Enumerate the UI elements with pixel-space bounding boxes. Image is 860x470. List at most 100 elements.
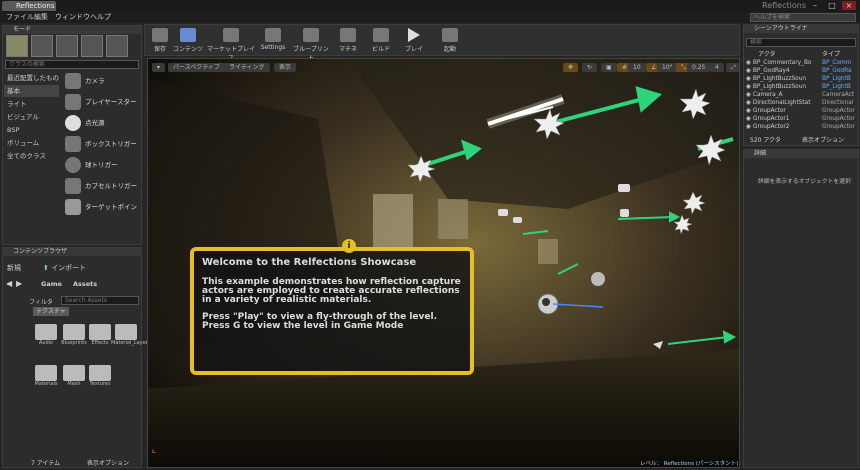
play-button[interactable]: プレイ xyxy=(401,26,427,56)
new-button[interactable]: 新規 xyxy=(7,263,21,273)
content-view-options[interactable]: 表示オプション xyxy=(87,458,129,467)
outliner-row[interactable]: ◉ BP_LightBuzzSoun BP_LightB xyxy=(746,75,858,83)
folder-materials[interactable]: Materials xyxy=(31,365,61,387)
camera-speed-value[interactable]: 4 xyxy=(710,63,724,72)
perspective-button[interactable]: パースペクティブ xyxy=(168,63,225,72)
minimize-icon[interactable]: – xyxy=(808,1,822,10)
show-button[interactable]: 表示 xyxy=(274,63,297,72)
lit-button[interactable]: ライティング xyxy=(224,63,270,72)
class-search-input[interactable]: クラスの検索 xyxy=(5,60,139,69)
category-volumes[interactable]: ボリューム xyxy=(4,137,59,149)
point-light-icon xyxy=(65,115,81,131)
menu-edit[interactable]: 編集 xyxy=(34,12,48,23)
scale-icon[interactable]: ▣ xyxy=(601,63,617,72)
folder-textures[interactable]: Textures xyxy=(85,365,115,387)
eye-icon[interactable]: ◉ xyxy=(746,76,751,82)
path-assets[interactable]: Assets xyxy=(73,280,97,288)
outliner-row[interactable]: ◉ DirectionalLightStat Directional xyxy=(746,99,858,107)
outliner-row[interactable]: ◉ BP_Commentary_Bo BP_Comm xyxy=(746,59,858,67)
outliner-row[interactable]: ◉ BP_LightBuzzSoun BP_LightB xyxy=(746,83,858,91)
outliner-row[interactable]: ◉ BP_GodRay4 BP_GodRa xyxy=(746,67,858,75)
matinee-button[interactable]: マチネ xyxy=(335,26,361,56)
outliner-search-input[interactable]: 検索 xyxy=(746,38,856,47)
help-search-input[interactable]: ヘルプを検索 xyxy=(750,13,856,22)
outliner-row[interactable]: ◉ GroupActor2 GroupActor xyxy=(746,123,858,131)
filter-button[interactable]: フィルタ xyxy=(29,297,53,306)
geometry-mode-icon[interactable] xyxy=(106,35,128,57)
item-sphere-trigger[interactable]: 球トリガー xyxy=(63,155,141,175)
angle-snap-value[interactable]: 10° xyxy=(657,63,678,72)
category-visual[interactable]: ビジュアル xyxy=(4,111,59,123)
category-lights[interactable]: ライト xyxy=(4,98,59,110)
item-point-light[interactable]: 点光源 xyxy=(63,113,141,133)
eye-icon[interactable]: ◉ xyxy=(746,100,751,106)
import-button[interactable]: ⬆ インポート xyxy=(43,263,86,273)
scale-snap-value[interactable]: 0.25 xyxy=(687,63,711,72)
asset-search-input[interactable]: Search Assets xyxy=(61,296,139,305)
save-button[interactable]: 保存 xyxy=(149,26,171,56)
path-game[interactable]: Game xyxy=(41,280,62,288)
welcome-instruction-game-mode: Press G to view the level in Game Mode xyxy=(202,321,404,331)
eye-icon[interactable]: ◉ xyxy=(746,108,751,114)
welcome-title: Welcome to the Relfections Showcase xyxy=(202,257,417,268)
texture-filter-tag[interactable]: テクスチャ xyxy=(33,307,69,316)
item-box-trigger[interactable]: ボックストリガー xyxy=(63,134,141,154)
translate-icon[interactable]: ✥ xyxy=(563,63,579,72)
paint-mode-icon[interactable] xyxy=(31,35,53,57)
maximize-icon[interactable]: □ xyxy=(825,1,839,10)
eye-icon[interactable]: ◉ xyxy=(746,84,751,90)
eye-icon[interactable]: ◉ xyxy=(746,116,751,122)
item-target-point[interactable]: ターゲットポイン xyxy=(63,197,141,217)
document-tab[interactable]: Reflections xyxy=(2,1,56,11)
folder-material-layers[interactable]: Material_Layers xyxy=(111,324,150,346)
camera-icon xyxy=(65,73,81,89)
category-bsp[interactable]: BSP xyxy=(4,124,59,136)
marketplace-button[interactable]: マーケットプレイス xyxy=(205,26,257,62)
content-button[interactable]: コンテンツ xyxy=(173,26,203,56)
item-capsule-trigger[interactable]: カプセルトリガー xyxy=(63,176,141,196)
build-button[interactable]: ビルド xyxy=(367,26,395,56)
place-mode-icon[interactable] xyxy=(6,35,28,57)
outliner-col-type[interactable]: タイプ xyxy=(822,49,840,58)
item-player-start[interactable]: プレイヤースター xyxy=(63,92,141,112)
landscape-mode-icon[interactable] xyxy=(56,35,78,57)
level-indicator: レベル： Reflections (パーシスタント) xyxy=(640,461,739,467)
category-basic[interactable]: 基本 xyxy=(4,85,59,97)
details-panel: 詳細 詳細を表示するオブジェクトを選択 xyxy=(743,149,859,468)
viewport-options-icon[interactable]: ▾ xyxy=(152,63,166,72)
menu-help[interactable]: ヘルプ xyxy=(90,12,111,23)
eye-icon[interactable]: ◉ xyxy=(746,68,751,74)
item-count: 7 アイテム xyxy=(31,460,61,467)
maximize-viewport-icon[interactable]: ⤢ xyxy=(726,63,739,72)
category-all-classes[interactable]: 全てのクラス xyxy=(4,150,59,162)
eye-icon[interactable]: ◉ xyxy=(746,92,751,98)
folder-audio[interactable]: Audio xyxy=(31,324,61,346)
gear-icon xyxy=(265,28,281,42)
eye-icon[interactable]: ◉ xyxy=(746,124,751,130)
foliage-mode-icon[interactable] xyxy=(81,35,103,57)
build-icon xyxy=(373,28,389,42)
eye-icon[interactable]: ◉ xyxy=(746,60,751,66)
item-camera[interactable]: カメラ xyxy=(63,71,141,91)
category-recent[interactable]: 最近配置したもの xyxy=(4,72,59,84)
outliner-view-options[interactable]: 表示オプション xyxy=(802,135,844,144)
menu-window[interactable]: ウィンドウ xyxy=(55,12,90,23)
menu-file[interactable]: ファイル xyxy=(6,12,34,23)
blueprints-button[interactable]: ブループリント xyxy=(291,26,331,62)
menu-bar xyxy=(0,12,860,23)
launch-button[interactable]: 起動 xyxy=(437,26,463,56)
close-icon[interactable]: × xyxy=(842,1,856,10)
outliner-row[interactable]: ◉ GroupActor GroupActor xyxy=(746,107,858,115)
rotate-icon[interactable]: ↻ xyxy=(582,63,598,72)
outliner-row[interactable]: ◉ Camera_A CameraAct xyxy=(746,91,858,99)
outliner-row[interactable]: ◉ GroupActor1 GroupActor xyxy=(746,115,858,123)
welcome-sign: Welcome to the Relfections Showcase This… xyxy=(190,247,474,375)
settings-button[interactable]: Settings xyxy=(259,26,287,56)
outliner-col-actor[interactable]: アクタ xyxy=(758,49,775,58)
forward-icon[interactable]: ▶ xyxy=(16,279,22,288)
grid-snap-value[interactable]: 10 xyxy=(628,63,646,72)
target-point-icon xyxy=(65,199,81,215)
player-start-icon xyxy=(65,94,81,110)
back-icon[interactable]: ◀ xyxy=(6,279,12,288)
main-toolbar: 保存 コンテンツ マーケットプレイス Settings ブループリント マチネ … xyxy=(144,24,740,62)
